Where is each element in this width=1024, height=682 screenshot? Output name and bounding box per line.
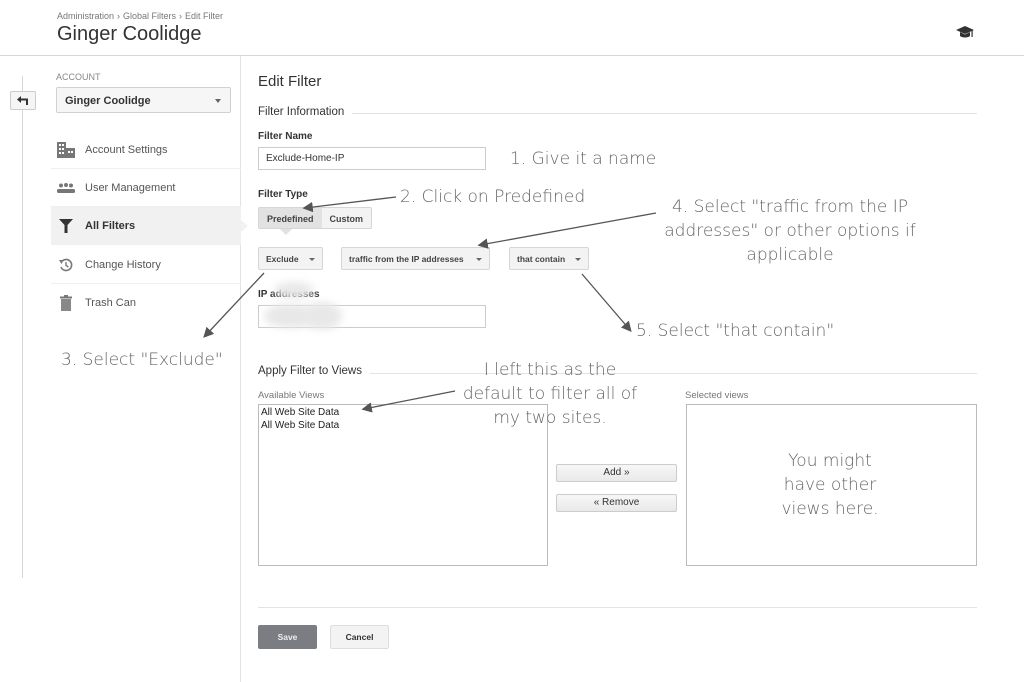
sidebar-item-trash-can[interactable]: Trash Can	[51, 284, 241, 322]
building-icon	[57, 141, 75, 159]
operator-dropdown-value: that contain	[517, 254, 566, 264]
sidebar-item-change-history[interactable]: Change History	[51, 246, 241, 284]
filter-type-toggle: Predefined Custom	[258, 207, 373, 229]
tab-custom[interactable]: Custom	[322, 208, 372, 228]
back-button[interactable]	[10, 91, 36, 110]
annotation-line: I left this as the	[483, 360, 617, 380]
operator-dropdown[interactable]: that contain	[509, 247, 589, 270]
available-views-label: Available Views	[258, 390, 325, 401]
breadcrumb: Administration › Global Filters › Edit Filte…	[57, 11, 223, 21]
breadcrumb-edit-filter: Edit Filter	[185, 11, 224, 21]
filter-information-heading: Filter Information	[258, 106, 353, 118]
annotation-step3: 3. Select "Exclude"	[61, 350, 223, 370]
arrow-step4	[477, 212, 657, 249]
cancel-button[interactable]: Cancel	[330, 625, 389, 649]
left-rail	[22, 76, 23, 578]
filter-name-input[interactable]	[258, 147, 486, 170]
remove-view-button[interactable]: « Remove	[556, 494, 677, 512]
source-dropdown-value: traffic from the IP addresses	[349, 254, 464, 264]
sidebar-item-label: Trash Can	[85, 297, 136, 309]
annotation-line: default to filter all of	[462, 384, 638, 404]
source-dropdown[interactable]: traffic from the IP addresses	[341, 247, 490, 270]
selected-tab-pointer	[280, 229, 292, 235]
divider	[258, 607, 977, 608]
apply-filter-heading: Apply Filter to Views	[258, 365, 370, 377]
page-header: Administration › Global Filters › Edit Filte…	[0, 0, 1024, 56]
annotation-line: You might	[788, 451, 872, 471]
sidebar-item-label: User Management	[85, 181, 176, 194]
chevron-down-icon	[476, 258, 482, 261]
filter-name-label: Filter Name	[258, 131, 313, 142]
sidebar-item-all-filters[interactable]: All Filters	[51, 207, 248, 245]
filter-type-label: Filter Type	[258, 189, 308, 200]
chevron-down-icon	[215, 99, 221, 103]
annotation-line: my two sites.	[493, 408, 607, 428]
redaction-blur	[302, 302, 342, 330]
account-selector[interactable]: Ginger Coolidge	[56, 87, 231, 113]
sidebar-item-label: Change History	[85, 258, 161, 271]
users-icon	[57, 179, 75, 197]
action-dropdown-value: Exclude	[266, 254, 299, 264]
breadcrumb-administration[interactable]: Administration	[57, 11, 114, 21]
breadcrumb-global-filters[interactable]: Global Filters	[123, 11, 176, 21]
account-label: ACCOUNT	[56, 72, 101, 82]
annotation-line: addresses" or other options if	[664, 221, 916, 241]
redaction-blur	[274, 282, 314, 298]
annotation-line: 4. Select "traffic from the IP	[671, 197, 909, 217]
selected-views-label: Selected views	[685, 390, 749, 401]
account-selector-value: Ginger Coolidge	[65, 95, 151, 107]
annotation-views: You might have other views here.	[730, 449, 930, 521]
annotation-step4: 4. Select "traffic from the IP addresses…	[650, 195, 930, 267]
page-title: Ginger Coolidge	[57, 23, 202, 45]
annotation-step1: 1. Give it a name	[510, 149, 657, 169]
graduation-cap-icon[interactable]	[956, 25, 974, 39]
breadcrumb-separator: ›	[117, 11, 121, 21]
sidebar-item-account-settings[interactable]: Account Settings	[51, 131, 241, 169]
annotation-line: views here.	[781, 499, 879, 519]
breadcrumb-separator: ›	[179, 11, 183, 21]
save-button[interactable]: Save	[258, 625, 317, 649]
filter-icon	[57, 217, 75, 235]
chevron-down-icon	[309, 258, 315, 261]
chevron-down-icon	[575, 258, 581, 261]
trash-icon	[57, 294, 75, 312]
sidebar-item-label: All Filters	[85, 219, 136, 232]
sidebar-item-label: Account Settings	[85, 143, 168, 156]
annotation-line: applicable	[746, 245, 834, 265]
annotation-step5: 5. Select "that contain"	[636, 321, 835, 341]
action-dropdown[interactable]: Exclude	[258, 247, 323, 270]
back-arrow-icon	[17, 96, 28, 105]
annotation-step2: 2. Click on Predefined	[400, 187, 586, 207]
divider	[258, 113, 977, 114]
sidebar-item-user-management[interactable]: User Management	[51, 169, 241, 207]
arrow-step5	[581, 273, 632, 332]
history-icon	[57, 256, 75, 274]
annotation-note: I left this as the default to filter all…	[440, 358, 660, 430]
annotation-line: have other	[783, 475, 877, 495]
edit-filter-title: Edit Filter	[258, 73, 322, 90]
tab-predefined[interactable]: Predefined	[259, 208, 322, 228]
add-view-button[interactable]: Add »	[556, 464, 677, 482]
